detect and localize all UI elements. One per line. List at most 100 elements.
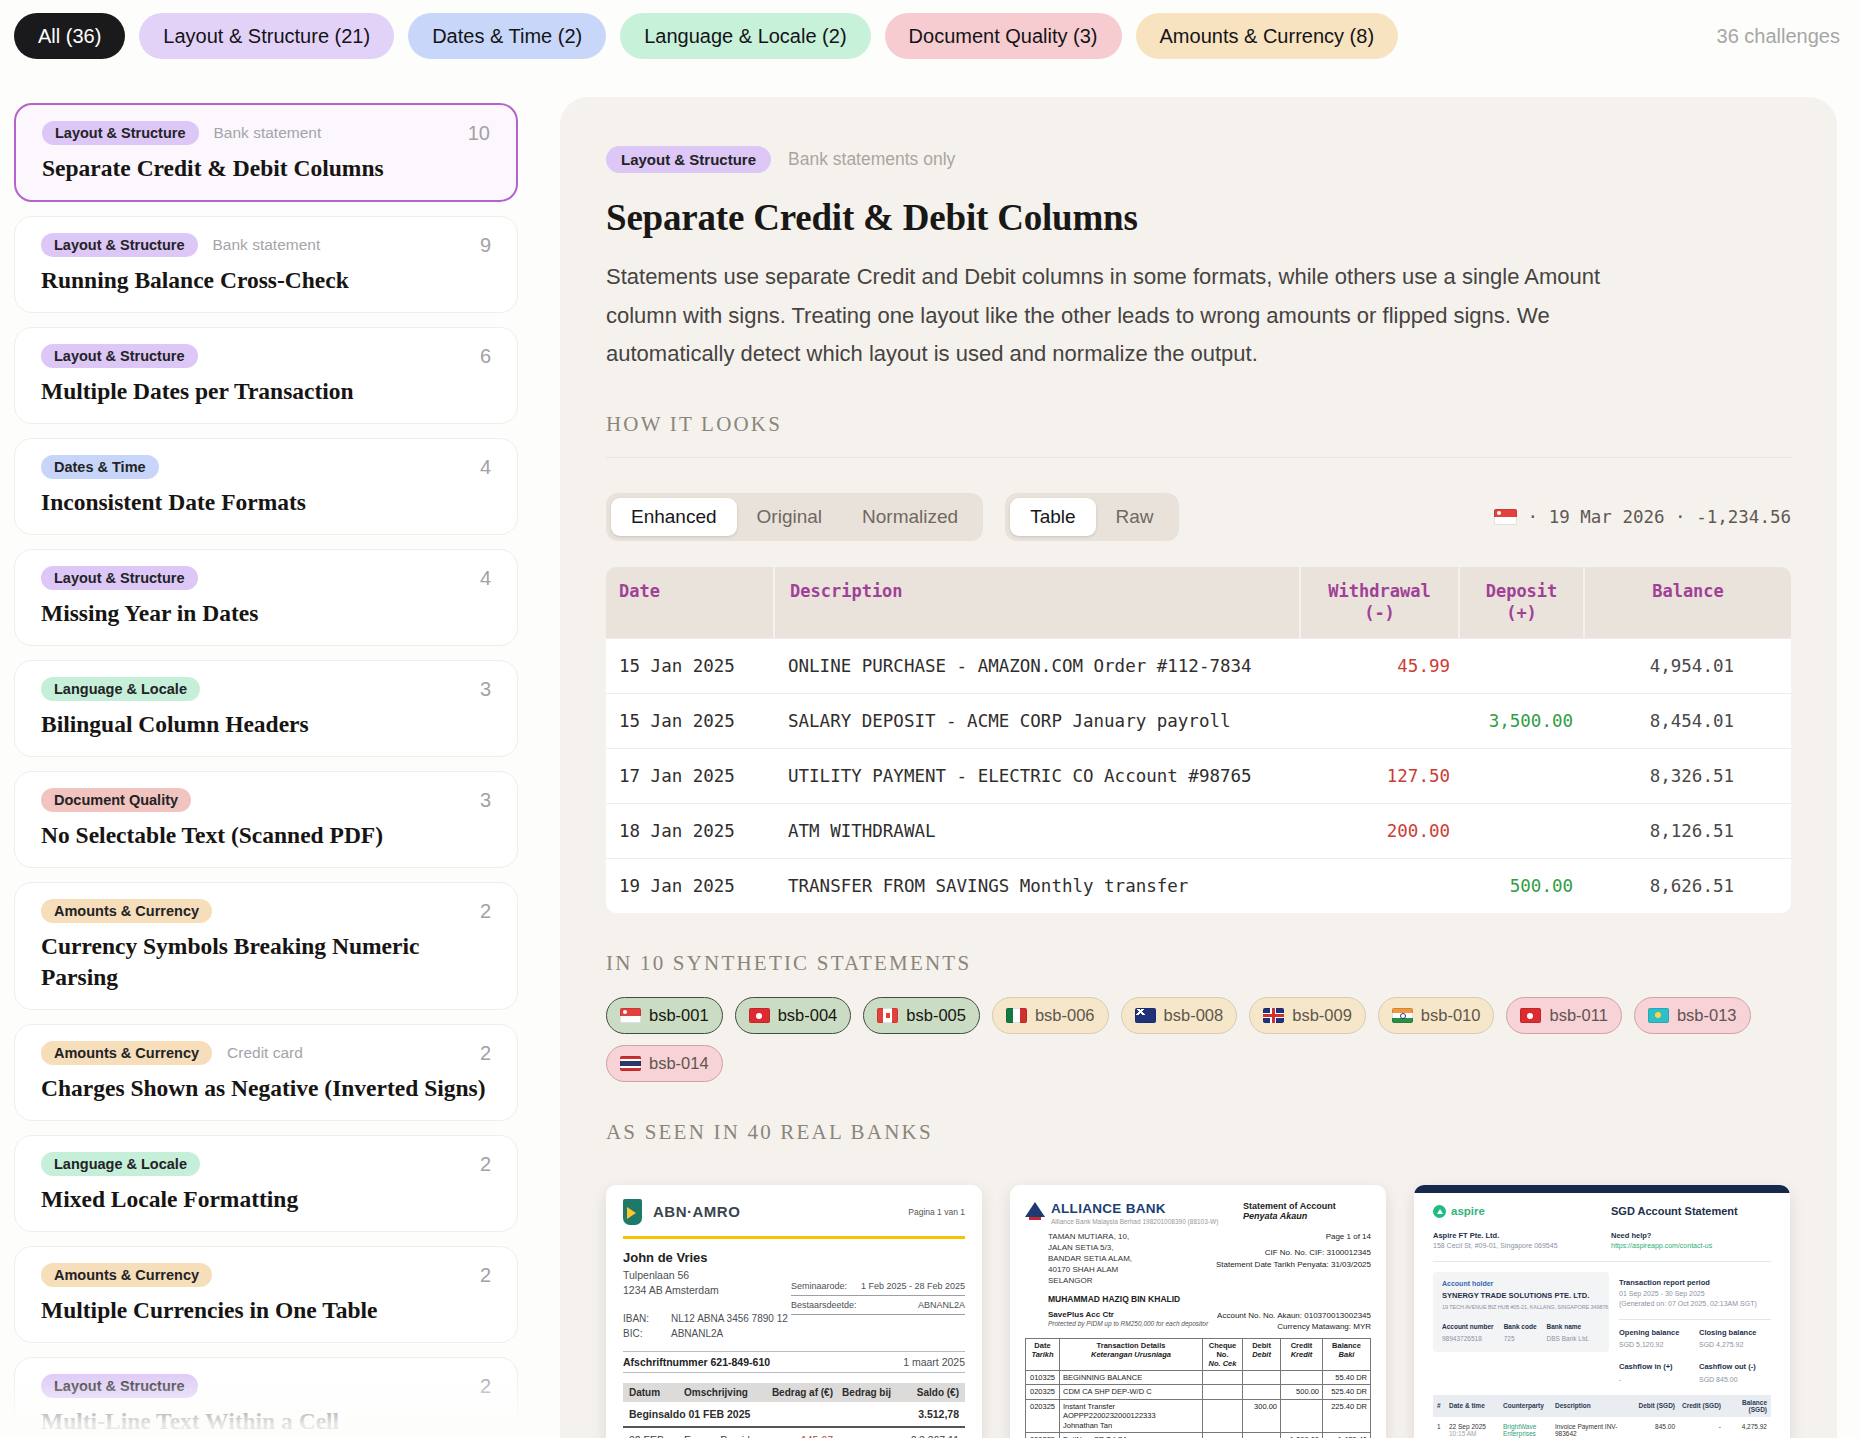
abn-cell: [833, 1434, 891, 1438]
challenge-title: Charges Shown as Negative (Inverted Sign…: [41, 1073, 491, 1104]
abn-meta-table: Seminaarode:1 Feb 2025 - 28 Feb 2025Best…: [791, 1268, 965, 1341]
abn-header: ABN·AMRO Pagina 1 van 1: [623, 1199, 965, 1225]
challenge-card-header: Dates & Time4: [41, 455, 491, 479]
cell: 15 Jan 2025: [606, 656, 773, 676]
abn-brand-rule: [623, 1236, 965, 1240]
cell: [1305, 711, 1462, 731]
aspire-fact: Bank nameDBS Bank Ltd.: [1547, 1322, 1590, 1345]
aspire-fact: Bank code725: [1504, 1322, 1537, 1345]
abn-holder: John de Vries: [623, 1250, 965, 1265]
alliance-transactions: DateTarikhTransaction DetailsKeterangan …: [1025, 1338, 1371, 1438]
filter-pill-dates[interactable]: Dates & Time (2): [408, 13, 606, 59]
table-row: 17 Jan 2025UTILITY PAYMENT - ELECTRIC CO…: [606, 748, 1791, 803]
challenge-count-badge: 4: [480, 567, 491, 590]
filter-pill-quality[interactable]: Document Quality (3): [885, 13, 1122, 59]
statement-pill-bsb-005[interactable]: bsb-005: [863, 997, 980, 1034]
cell: TRANSFER FROM SAVINGS Monthly transfer: [773, 876, 1305, 896]
statement-pill-bsb-008[interactable]: bsb-008: [1121, 997, 1238, 1034]
challenge-count-badge: 2: [480, 1264, 491, 1287]
abn-statement-date: 1 maart 2025: [903, 1356, 965, 1368]
challenge-card[interactable]: Amounts & CurrencyCredit card2Charges Sh…: [14, 1024, 518, 1121]
challenge-card[interactable]: Layout & Structure2Multi-Line Text Withi…: [14, 1357, 518, 1438]
alliance-logo-icon: [1025, 1202, 1045, 1219]
statement-pill-bsb-013[interactable]: bsb-013: [1634, 997, 1751, 1034]
view-mode-original[interactable]: Original: [737, 498, 842, 536]
statement-pill-label: bsb-004: [778, 1006, 838, 1025]
challenge-title: Missing Year in Dates: [41, 598, 491, 629]
format-mode-raw[interactable]: Raw: [1096, 498, 1174, 536]
bank-thumbnail-abn-amro[interactable]: ABN·AMRO Pagina 1 van 1 John de Vries Tu…: [606, 1185, 982, 1438]
challenge-count-badge: 3: [480, 678, 491, 701]
abn-row: 02 FEBEnergy Provider- 145,67€ 3.367,11: [623, 1428, 965, 1438]
challenge-card[interactable]: Language & Locale2Mixed Locale Formattin…: [14, 1135, 518, 1232]
alliance-address: TAMAN MUTIARA, 10,JALAN SETIA 5/3,BANDAR…: [1025, 1231, 1176, 1286]
th-flag-icon: [620, 1056, 641, 1071]
abn-table-header: DatumOmschrijvingBedrag af (€)Bedrag bij…: [623, 1383, 965, 1402]
category-pill: Amounts & Currency: [41, 1263, 212, 1287]
format-mode-table[interactable]: Table: [1010, 498, 1095, 536]
challenge-count-badge: 9: [480, 234, 491, 257]
aspire-logo-icon: [1433, 1205, 1446, 1218]
challenge-title: Multi-Line Text Within a Cell: [41, 1406, 491, 1437]
cell: 8,454.01: [1585, 711, 1791, 731]
statement-pill-bsb-009[interactable]: bsb-009: [1249, 997, 1366, 1034]
statement-pill-bsb-011[interactable]: bsb-011: [1506, 997, 1621, 1034]
challenge-title: Currency Symbols Breaking Numeric Parsin…: [41, 931, 491, 993]
challenge-card[interactable]: Dates & Time4Inconsistent Date Formats: [14, 438, 518, 535]
abn-cell: 02 FEB: [629, 1434, 684, 1438]
view-mode-normalized[interactable]: Normalized: [842, 498, 978, 536]
abn-opening-value: 3.512,78: [891, 1408, 959, 1420]
view-mode-enhanced[interactable]: Enhanced: [611, 498, 737, 536]
aspire-help-link[interactable]: https://aspireapp.com/contact-us: [1611, 1241, 1771, 1251]
category-pill: Amounts & Currency: [41, 899, 212, 923]
description: Statements use separate Credit and Debit…: [606, 258, 1666, 374]
aspire-fact: Account number98943726518: [1442, 1322, 1494, 1345]
filter-pill-all[interactable]: All (36): [14, 13, 125, 59]
category-pill: Layout & Structure: [41, 344, 198, 368]
bank-thumbnail-aspire[interactable]: aspire SGD Account Statement Aspire FT P…: [1414, 1185, 1790, 1438]
challenge-card[interactable]: Layout & StructureBank statement9Running…: [14, 216, 518, 313]
filter-pill-layout[interactable]: Layout & Structure (21): [139, 13, 394, 59]
statement-pill-label: bsb-014: [649, 1054, 709, 1073]
challenge-count-badge: 4: [480, 456, 491, 479]
statement-pill-bsb-006[interactable]: bsb-006: [992, 997, 1109, 1034]
statement-pill-label: bsb-008: [1164, 1006, 1224, 1025]
aspire-holder: SYNERGY TRADE SOLUTIONS PTE. LTD.: [1442, 1291, 1600, 1302]
bank-thumbnail-alliance[interactable]: ALLIANCE BANK Alliance Bank Malaysia Ber…: [1010, 1185, 1386, 1438]
challenge-title: Mixed Locale Formatting: [41, 1184, 491, 1215]
statement-pill-bsb-001[interactable]: bsb-001: [606, 997, 723, 1034]
filter-pill-amounts[interactable]: Amounts & Currency (8): [1136, 13, 1399, 59]
challenge-card-header: Amounts & Currency 2: [41, 1263, 491, 1287]
challenge-card[interactable]: Language & Locale3Bilingual Column Heade…: [14, 660, 518, 757]
challenge-title: Bilingual Column Headers: [41, 709, 491, 740]
challenge-title: No Selectable Text (Scanned PDF): [41, 820, 491, 851]
challenge-card[interactable]: Amounts & Currency2 Currency Symbols Brea…: [14, 882, 518, 1010]
category-pill: Layout & Structure: [42, 121, 199, 145]
challenge-card[interactable]: Layout & Structure6Multiple Dates per Tr…: [14, 327, 518, 424]
challenge-card[interactable]: Layout & Structure4Missing Year in Dates: [14, 549, 518, 646]
statement-pill-bsb-004[interactable]: bsb-004: [735, 997, 852, 1034]
challenge-card-header: Amounts & Currency2: [41, 899, 491, 923]
abn-transactions: DatumOmschrijvingBedrag af (€)Bedrag bij…: [623, 1383, 965, 1438]
abn-statement-number: Afschriftnummer 621-849-610: [623, 1356, 770, 1368]
statement-pill-bsb-010[interactable]: bsb-010: [1378, 997, 1495, 1034]
challenge-card[interactable]: Layout & StructureBank statement10Separa…: [14, 103, 518, 202]
filter-pill-language[interactable]: Language & Locale (2): [620, 13, 870, 59]
cell: 8,626.51: [1585, 876, 1791, 896]
statement-pill-label: bsb-009: [1292, 1006, 1352, 1025]
alliance-refs: Page 1 of 14 CIF No. No. CIF: 3100012345…: [1176, 1231, 1371, 1286]
column-header-date: Date: [606, 567, 773, 638]
challenge-title: Multiple Dates per Transaction: [41, 376, 491, 407]
challenge-subtitle: Credit card: [227, 1044, 303, 1062]
abn-col: Bedrag af (€): [761, 1387, 833, 1398]
cell: ATM WITHDRAWAL: [773, 821, 1305, 841]
bank-thumbnails: ABN·AMRO Pagina 1 van 1 John de Vries Tu…: [606, 1185, 1791, 1438]
statement-pill-bsb-014[interactable]: bsb-014: [606, 1045, 723, 1082]
aspire-transactions: #Date & timeCounterpartyDescriptionDebit…: [1433, 1395, 1771, 1438]
abn-statement-number-row: Afschriftnummer 621-849-610 1 maart 2025: [623, 1351, 965, 1373]
how-it-looks-heading: HOW IT LOOKS: [606, 412, 1791, 437]
challenge-card[interactable]: Amounts & Currency2Multiple Currencies i…: [14, 1246, 518, 1343]
au-flag-icon: [1135, 1008, 1156, 1023]
challenge-card[interactable]: Document Quality3No Selectable Text (Sca…: [14, 771, 518, 868]
abn-col: Datum: [629, 1387, 684, 1398]
